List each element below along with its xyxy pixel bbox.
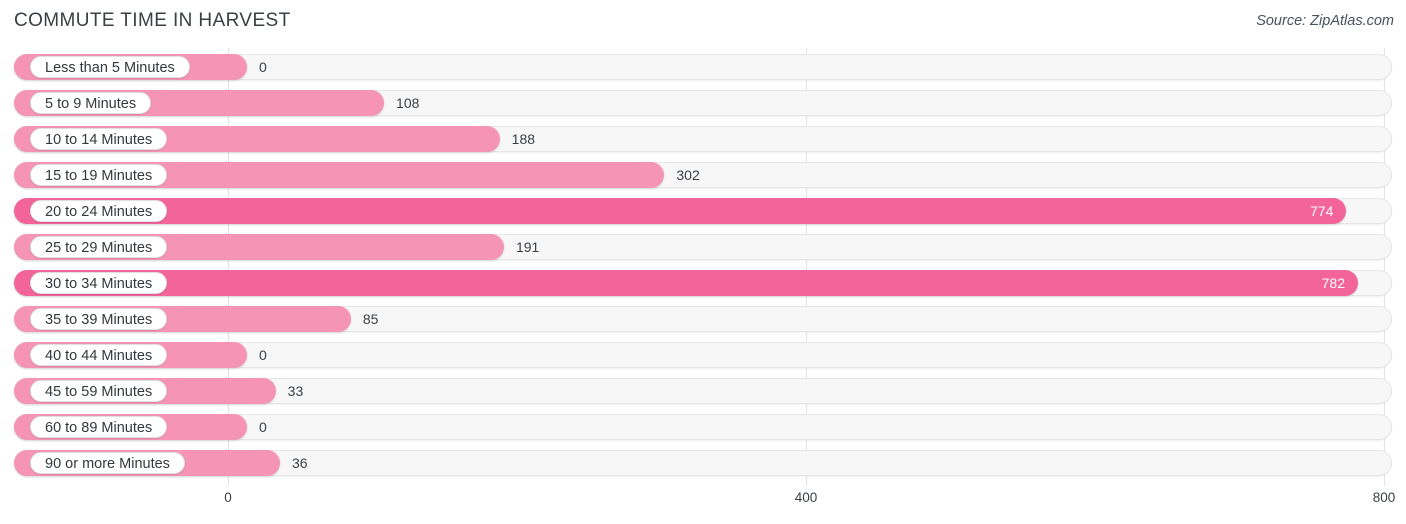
bar-value-label: 191	[515, 239, 540, 255]
bar-row: 774 20 to 24 Minutes	[0, 196, 1406, 226]
plot-area: 0 Less than 5 Minutes 108 5 to 9 Minutes 188…	[0, 48, 1406, 486]
category-label[interactable]: 15 to 19 Minutes	[30, 164, 168, 186]
bar-row: 188 10 to 14 Minutes	[0, 124, 1406, 154]
chart-root: COMMUTE TIME IN HARVEST Source: ZipAtlas…	[0, 0, 1406, 524]
category-label[interactable]: 60 to 89 Minutes	[30, 416, 168, 438]
bar-row: 782 30 to 34 Minutes	[0, 268, 1406, 298]
category-label[interactable]: 30 to 34 Minutes	[30, 272, 168, 294]
bar-row: 108 5 to 9 Minutes	[0, 88, 1406, 118]
bar-row: 191 25 to 29 Minutes	[0, 232, 1406, 262]
axis-tick-label: 0	[224, 490, 232, 505]
bar[interactable]: 774	[14, 198, 1347, 224]
bar-row: 36 90 or more Minutes	[0, 448, 1406, 478]
bar-value-label: 0	[259, 59, 267, 75]
bar-value-label: 0	[259, 419, 267, 435]
bar-value-label: 782	[1321, 275, 1345, 291]
bar-row: 0 60 to 89 Minutes	[0, 412, 1406, 442]
category-label[interactable]: 5 to 9 Minutes	[30, 92, 152, 114]
category-label[interactable]: Less than 5 Minutes	[30, 56, 190, 78]
x-axis: 0 400 800	[0, 486, 1406, 524]
bar[interactable]: 782	[14, 270, 1358, 296]
axis-tick-label: 800	[1372, 490, 1396, 505]
bar-row: 85 35 to 39 Minutes	[0, 304, 1406, 334]
bar-value-label: 302	[676, 167, 700, 183]
category-label[interactable]: 25 to 29 Minutes	[30, 236, 168, 258]
page-title: COMMUTE TIME IN HARVEST	[14, 10, 291, 31]
bar-value-label: 188	[511, 131, 536, 147]
bar-value-label: 108	[396, 95, 420, 111]
bar-row: 302 15 to 19 Minutes	[0, 160, 1406, 190]
category-label[interactable]: 40 to 44 Minutes	[30, 344, 168, 366]
category-label[interactable]: 20 to 24 Minutes	[30, 200, 168, 222]
bar-row: 0 Less than 5 Minutes	[0, 52, 1406, 82]
source-attribution: Source: ZipAtlas.com	[1256, 13, 1394, 29]
bar-row: 0 40 to 44 Minutes	[0, 340, 1406, 370]
bar-value-label: 774	[1310, 203, 1334, 219]
bar-rows: 0 Less than 5 Minutes 108 5 to 9 Minutes 188…	[0, 48, 1406, 486]
chart-header: COMMUTE TIME IN HARVEST Source: ZipAtlas…	[0, 0, 1406, 46]
category-label[interactable]: 35 to 39 Minutes	[30, 308, 168, 330]
category-label[interactable]: 10 to 14 Minutes	[30, 128, 168, 150]
bar-value-label: 36	[292, 455, 308, 471]
bar-value-label: 0	[259, 347, 267, 363]
bar-value-label: 33	[287, 383, 304, 399]
category-label[interactable]: 45 to 59 Minutes	[30, 380, 168, 402]
bar-value-label: 85	[362, 311, 379, 327]
bar-row: 33 45 to 59 Minutes	[0, 376, 1406, 406]
category-label[interactable]: 90 or more Minutes	[30, 452, 185, 474]
axis-tick-label: 400	[794, 490, 818, 505]
